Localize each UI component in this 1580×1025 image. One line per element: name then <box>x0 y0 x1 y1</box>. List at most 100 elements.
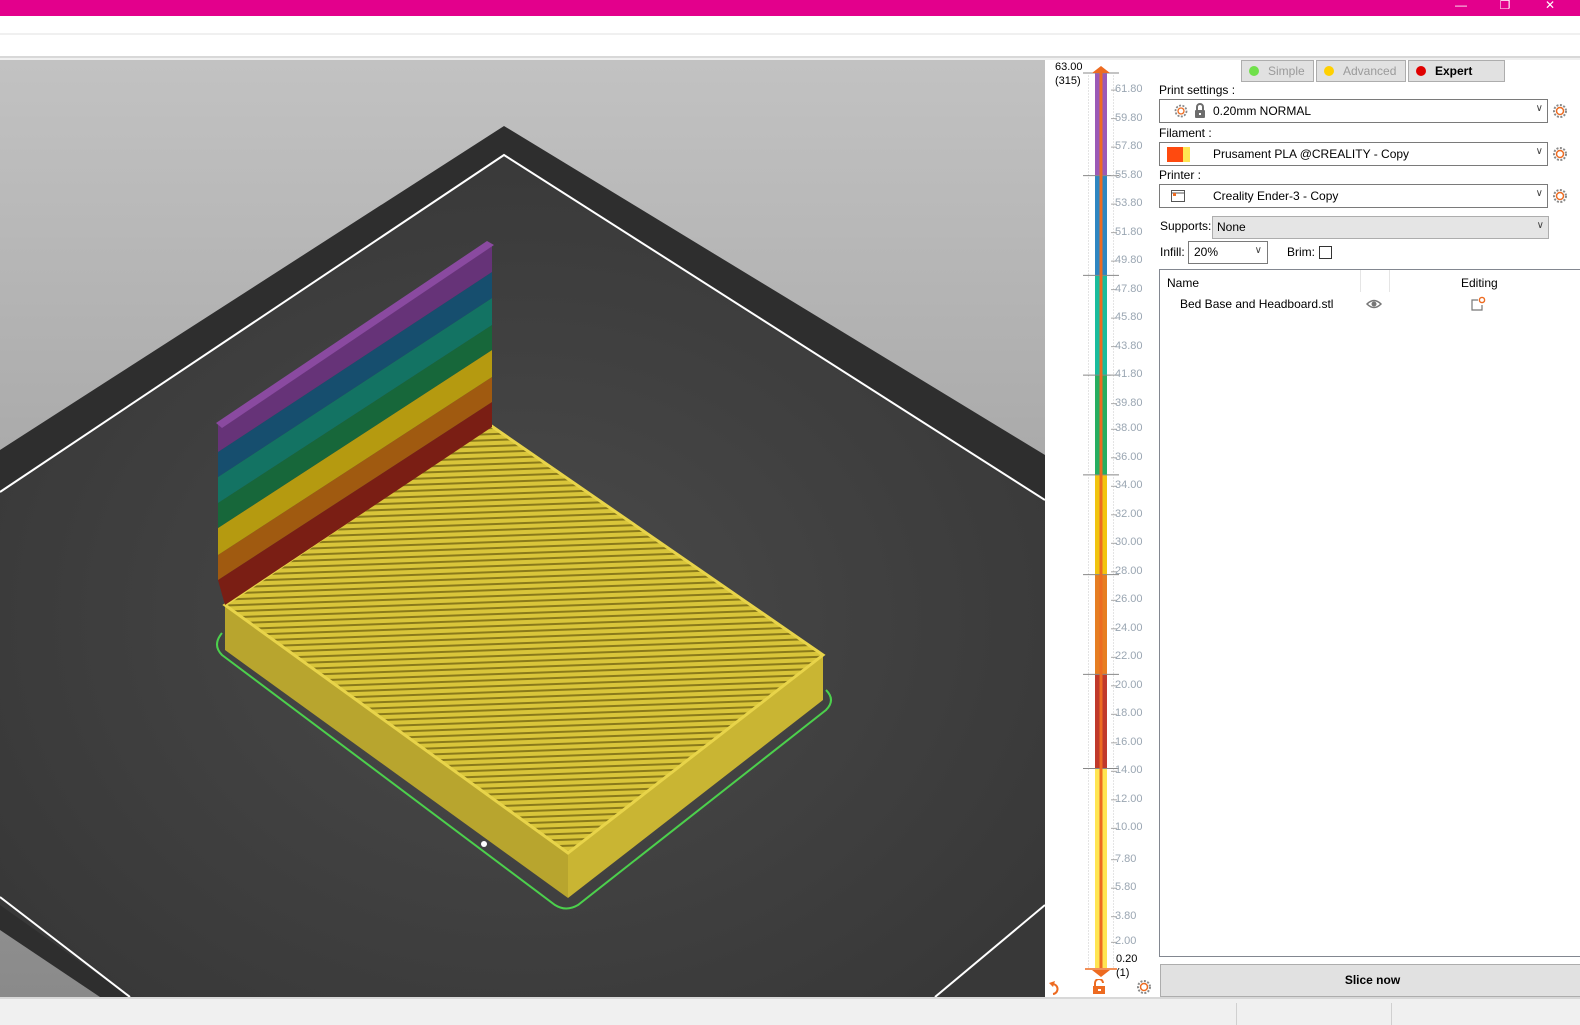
column-separator <box>1389 270 1390 292</box>
status-separator <box>1391 1003 1392 1025</box>
slider-tick-label: 61.80 <box>1115 83 1143 96</box>
print-settings-combo[interactable]: 0.20mm NORMAL ∨ <box>1159 99 1548 123</box>
slider-upper-thumb[interactable] <box>1092 66 1110 73</box>
mode-button-simple[interactable]: Simple <box>1241 60 1314 82</box>
slider-tick-label: 45.80 <box>1115 311 1143 324</box>
mode-button-expert[interactable]: Expert <box>1408 60 1505 82</box>
slider-tick-label: 49.80 <box>1115 254 1143 267</box>
layer-slider-panel: 63.00 (315) 61.80 59.80 57.80 55.80 53.80 51.… <box>1045 60 1155 997</box>
filament-combo[interactable]: Prusament PLA @CREALITY - Copy ∨ <box>1159 142 1548 166</box>
chevron-down-icon: ∨ <box>1535 103 1543 114</box>
restore-button[interactable]: ❐ <box>1482 0 1528 16</box>
object-list: Name Editing Bed Base and Headboard.stl <box>1159 269 1580 957</box>
slider-tick-label: 55.80 <box>1115 168 1143 181</box>
slider-tick-label: 18.00 <box>1115 707 1143 720</box>
gear-icon <box>1174 104 1188 118</box>
title-bar: — ❐ ✕ <box>0 0 1580 16</box>
mode-button-label: Expert <box>1435 64 1473 78</box>
mode-button-label: Simple <box>1268 64 1305 78</box>
slider-tick-label: 20.00 <box>1115 678 1143 691</box>
infill-label: Infill: <box>1160 245 1185 259</box>
filament-gear-icon[interactable] <box>1552 146 1568 162</box>
column-header-name[interactable]: Name <box>1167 276 1199 290</box>
printer-label: Printer : <box>1159 168 1202 182</box>
mode-button-advanced[interactable]: Advanced <box>1316 60 1406 82</box>
infill-value: 20% <box>1194 245 1219 259</box>
slider-tick-label: 26.00 <box>1115 593 1143 606</box>
slider-tick-label: 14.00 <box>1115 764 1143 777</box>
object-name: Bed Base and Headboard.stl <box>1180 297 1334 311</box>
object-list-row[interactable]: Bed Base and Headboard.stl <box>1160 294 1580 314</box>
slider-tick-label: 2.00 <box>1115 935 1137 948</box>
minimize-button[interactable]: — <box>1438 0 1484 16</box>
print-settings-gear-icon[interactable] <box>1552 103 1568 119</box>
filament-color-swatch-secondary <box>1183 147 1190 162</box>
slider-tick-label: 30.00 <box>1115 536 1143 549</box>
slider-track <box>1099 73 1103 968</box>
printer-value: Creality Ender-3 - Copy <box>1213 189 1339 203</box>
printer-gear-icon[interactable] <box>1552 188 1568 204</box>
infill-combo[interactable]: 20% ∨ <box>1188 241 1268 264</box>
supports-combo[interactable]: None ∨ <box>1212 216 1549 239</box>
slider-bottom-value: 0.20 <box>1116 953 1138 965</box>
undo-arrow-icon[interactable] <box>1048 979 1064 997</box>
seam-marker <box>481 841 487 847</box>
status-bar <box>0 997 1580 1025</box>
slice-now-button[interactable]: Slice now <box>1160 964 1580 997</box>
printer-icon <box>1171 190 1185 202</box>
brim-label: Brim: <box>1287 245 1315 259</box>
supports-label: Supports: <box>1160 219 1212 233</box>
slider-tick-label: 22.00 <box>1115 650 1143 663</box>
status-separator <box>1236 1003 1237 1025</box>
slider-tick-label: 12.00 <box>1115 792 1143 805</box>
slider-tick-label: 28.00 <box>1115 564 1143 577</box>
filament-label: Filament : <box>1159 126 1212 140</box>
slider-tick-label: 59.80 <box>1115 111 1143 124</box>
slider-tick-label: 34.00 <box>1115 479 1143 492</box>
printer-combo[interactable]: Creality Ender-3 - Copy ∨ <box>1159 184 1548 208</box>
filament-color-swatch <box>1167 147 1183 162</box>
brim-checkbox[interactable] <box>1319 246 1332 259</box>
unlock-icon[interactable] <box>1092 979 1106 995</box>
column-separator <box>1360 270 1361 292</box>
menu-bar <box>0 16 1580 34</box>
slider-tick-label: 38.00 <box>1115 422 1143 435</box>
slider-tick-label: 7.80 <box>1115 852 1137 865</box>
settings-sidebar: Simple Advanced Expert Print settings : 0.… <box>1155 60 1580 997</box>
chevron-down-icon: ∨ <box>1254 245 1262 256</box>
tab-bar <box>0 35 1580 58</box>
slider-tick-label: 3.80 <box>1115 909 1137 922</box>
mode-indicator-dot-icon <box>1249 66 1259 76</box>
chevron-down-icon: ∨ <box>1535 188 1543 199</box>
slider-tick-label: 41.80 <box>1115 368 1143 381</box>
mode-indicator-dot-icon <box>1324 66 1334 76</box>
slider-tick-label: 47.80 <box>1115 282 1143 295</box>
slider-tick-label: 36.00 <box>1115 450 1143 463</box>
close-button[interactable]: ✕ <box>1527 0 1573 16</box>
settings-gear-icon[interactable] <box>1136 979 1152 995</box>
lock-icon <box>1195 103 1205 118</box>
slider-tick-label: 43.80 <box>1115 339 1143 352</box>
chevron-down-icon: ∨ <box>1536 220 1544 231</box>
slider-tick-label: 16.00 <box>1115 735 1143 748</box>
slider-tick-label: 53.80 <box>1115 197 1143 210</box>
mode-indicator-dot-icon <box>1416 66 1426 76</box>
slider-tick-label: 10.00 <box>1115 821 1143 834</box>
3d-viewport[interactable] <box>0 60 1045 997</box>
slider-tick-label: 32.00 <box>1115 507 1143 520</box>
slider-lower-thumb[interactable] <box>1092 970 1110 977</box>
edit-settings-icon[interactable] <box>1470 296 1486 312</box>
filament-value: Prusament PLA @CREALITY - Copy <box>1213 147 1410 161</box>
slider-tick-label: 51.80 <box>1115 225 1143 238</box>
slider-tick-label: 5.80 <box>1115 881 1137 894</box>
slider-tick-label: 24.00 <box>1115 621 1143 634</box>
slider-tick-label: 39.80 <box>1115 396 1143 409</box>
print-settings-value: 0.20mm NORMAL <box>1213 104 1312 118</box>
column-header-editing[interactable]: Editing <box>1461 276 1498 290</box>
slider-bottom-layer: (1) <box>1116 967 1130 979</box>
mode-button-label: Advanced <box>1343 64 1397 78</box>
visibility-eye-icon[interactable] <box>1366 298 1382 310</box>
slider-tick-label: 57.80 <box>1115 140 1143 153</box>
chevron-down-icon: ∨ <box>1535 146 1543 157</box>
print-settings-label: Print settings : <box>1159 83 1236 97</box>
